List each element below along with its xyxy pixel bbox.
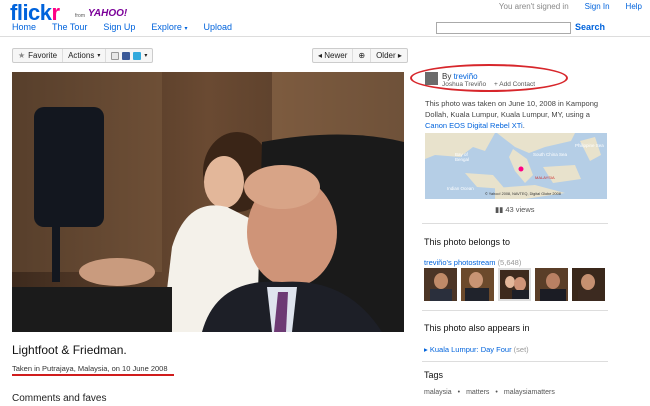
taken-text[interactable]: Taken in Putrajaya, Malaysia, on 10 June… (12, 364, 168, 373)
tag-separator: • (495, 389, 498, 396)
from-label: from (75, 13, 85, 19)
photo-image (12, 72, 404, 332)
belongs-heading: This photo belongs to (424, 237, 511, 247)
nav-the-tour[interactable]: The Tour (52, 22, 87, 32)
actions-label: Actions (68, 51, 95, 60)
tag-list: malaysia • matters • malaysiamatters (424, 389, 555, 396)
older-label: Older (376, 51, 396, 60)
tags-heading: Tags (424, 370, 444, 380)
newer-label: Newer (324, 51, 348, 60)
views-icon: ▮▮ (495, 205, 506, 214)
tag-item[interactable]: malaysia (424, 389, 452, 396)
twitter-icon[interactable] (133, 51, 142, 60)
by-label: By (442, 72, 452, 81)
chevron-down-icon: ▾ (184, 26, 188, 32)
facebook-icon[interactable] (122, 51, 131, 60)
actions-button[interactable]: Actions ▾ (63, 49, 107, 62)
right-arrow-icon: ▸ (395, 51, 402, 60)
email-icon[interactable] (111, 51, 120, 60)
nav-sign-up[interactable]: Sign Up (103, 22, 135, 32)
nav-explore-label: Explore (151, 22, 182, 32)
yahoo-logo: YAHOO! (88, 8, 128, 19)
thumbnail[interactable] (535, 268, 568, 301)
photo-title: Lightfoot & Friedman. (12, 343, 127, 357)
photostream-thumbnails (424, 268, 605, 301)
owner-realname: Joshua Treviño (442, 81, 487, 88)
views-text: 43 views (505, 205, 535, 214)
description-text: This photo was taken on June 10, 2008 in… (425, 99, 599, 119)
map-copyright: © Yahoo! 2008, NAVTEQ, Digital Globe 200… (485, 192, 561, 196)
sign-in-link[interactable]: Sign In (585, 2, 610, 11)
newer-button[interactable]: ◂ Newer (313, 49, 354, 62)
map-label-scs: South China Sea (533, 152, 568, 157)
tag-separator: • (457, 389, 461, 396)
camera-link[interactable]: Canon EOS Digital Rebel XTi (425, 121, 523, 130)
photostream-name: treviño's photostream (424, 258, 496, 267)
owner-username-link[interactable]: treviño (454, 72, 478, 81)
main-photo[interactable] (12, 72, 404, 332)
set-name: Kuala Lumpur: Day Four (429, 345, 512, 354)
owner-avatar[interactable] (425, 72, 438, 85)
photo-pager: ◂ Newer ⊕ Older ▸ (312, 48, 408, 63)
nav-home[interactable]: Home (12, 22, 36, 32)
star-icon: ★ (18, 51, 26, 60)
thumbnail[interactable] (572, 268, 605, 301)
not-signed-in-text: You aren't signed in (498, 2, 569, 11)
appears-heading: This photo also appears in (424, 323, 530, 333)
search-input[interactable] (436, 22, 571, 34)
favorite-button[interactable]: ★ Favorite (13, 49, 64, 62)
zoom-button[interactable]: ⊕ (353, 49, 372, 62)
thumbnail[interactable] (424, 268, 457, 301)
header-divider (0, 36, 650, 37)
photo-description: This photo was taken on June 10, 2008 in… (425, 99, 599, 130)
photostream-link[interactable]: treviño's photostream (5,648) (424, 258, 521, 267)
search-button[interactable]: Search (575, 22, 605, 32)
tag-item[interactable]: malaysiamatters (504, 389, 555, 396)
account-links: You aren't signed in Sign In Help (499, 2, 642, 11)
map-label-phil: Philippine Sea (575, 143, 604, 148)
section-divider (422, 310, 608, 311)
main-nav: Home The Tour Sign Up Explore ▾ Upload (12, 22, 232, 32)
owner-byline: By treviño (442, 72, 478, 81)
photo-toolbar: ★ Favorite Actions ▾ ▾ (12, 48, 154, 63)
add-contact-link[interactable]: + Add Contact (494, 81, 535, 88)
map-label-malaysia: MALAYSIA (535, 175, 555, 180)
section-divider (422, 361, 608, 362)
tag-item[interactable]: matters (466, 389, 489, 396)
nav-upload[interactable]: Upload (203, 22, 232, 32)
share-buttons: ▾ (106, 49, 152, 62)
map-label-bay: Bay of Bengal (455, 152, 470, 162)
section-divider (422, 223, 608, 224)
thumbnail-current[interactable] (498, 268, 531, 301)
chevron-down-icon[interactable]: ▾ (144, 52, 147, 59)
set-link[interactable]: ▸ Kuala Lumpur: Day Four (set) (424, 345, 529, 354)
chevron-down-icon: ▾ (97, 53, 101, 59)
help-link[interactable]: Help (626, 2, 642, 11)
comments-heading: Comments and faves (12, 393, 107, 404)
photo-taken-info: Taken in Putrajaya, Malaysia, on 10 June… (12, 364, 168, 373)
map-label-indian: Indian Ocean (447, 186, 474, 191)
nav-explore[interactable]: Explore ▾ (151, 22, 187, 32)
thumbnail[interactable] (461, 268, 494, 301)
zoom-icon: ⊕ (358, 51, 366, 60)
location-map[interactable]: Bay of Bengal South China Sea Philippine… (425, 133, 607, 199)
view-count: ▮▮ 43 views (495, 205, 535, 214)
favorite-label: Favorite (28, 51, 58, 60)
older-button[interactable]: Older ▸ (371, 49, 407, 62)
photostream-count: (5,648) (497, 258, 522, 267)
annotation-underline (12, 374, 174, 376)
set-suffix: (set) (513, 345, 529, 354)
